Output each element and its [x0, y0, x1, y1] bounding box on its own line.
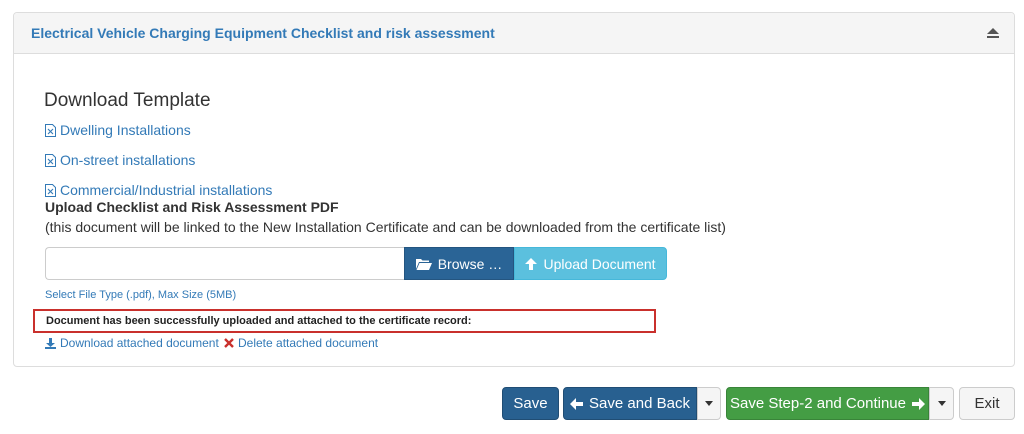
template-link-label: On-street installations — [60, 152, 196, 168]
folder-open-icon — [415, 258, 432, 270]
download-icon — [45, 337, 56, 349]
excel-file-icon — [45, 123, 56, 137]
caret-down-icon — [705, 401, 713, 406]
upload-success-message: Document has been successfully uploaded … — [33, 309, 656, 333]
collapse-eject-icon[interactable] — [986, 26, 1000, 40]
arrow-up-icon — [525, 257, 538, 270]
save-button[interactable]: Save — [502, 387, 559, 420]
template-link-on-street[interactable]: On-street installations — [45, 152, 195, 168]
arrow-left-icon — [570, 397, 584, 410]
delete-attached-link[interactable]: Delete attached document — [224, 336, 378, 350]
delete-attached-label: Delete attached document — [238, 336, 379, 350]
upload-label: Upload Document — [543, 255, 656, 272]
template-link-commercial[interactable]: Commercial/Industrial installations — [45, 182, 272, 198]
panel-title: Electrical Vehicle Charging Equipment Ch… — [31, 25, 495, 41]
excel-file-icon — [45, 183, 56, 197]
exit-button[interactable]: Exit — [959, 387, 1015, 420]
download-template-heading: Download Template — [44, 90, 211, 111]
save-step2-continue-label: Save Step-2 and Continue — [730, 395, 906, 412]
caret-down-icon — [937, 401, 946, 406]
close-icon — [224, 338, 234, 348]
upload-document-button[interactable]: Upload Document — [514, 247, 667, 280]
save-step2-continue-button[interactable]: Save Step-2 and Continue — [726, 387, 929, 420]
checklist-panel: Electrical Vehicle Charging Equipment Ch… — [13, 12, 1015, 367]
template-link-label: Dwelling Installations — [60, 122, 191, 138]
file-type-hint: Select File Type (.pdf), Max Size (5MB) — [45, 289, 237, 301]
template-link-label: Commercial/Industrial installations — [60, 182, 273, 198]
upload-title: Upload Checklist and Risk Assessment PDF — [45, 199, 339, 215]
template-link-dwelling[interactable]: Dwelling Installations — [45, 122, 191, 138]
browse-button[interactable]: Browse … — [404, 247, 514, 280]
arrow-right-icon — [911, 397, 925, 410]
excel-file-icon — [45, 153, 56, 167]
download-attached-label: Download attached document — [60, 336, 219, 350]
browse-label: Browse … — [437, 255, 503, 272]
save-and-back-label: Save and Back — [589, 395, 690, 412]
save-and-back-button[interactable]: Save and Back — [563, 387, 697, 420]
upload-description: (this document will be linked to the New… — [45, 219, 726, 235]
continue-dropdown-toggle[interactable] — [929, 387, 954, 420]
panel-heading: Electrical Vehicle Charging Equipment Ch… — [14, 13, 1014, 54]
download-attached-link[interactable]: Download attached document — [45, 336, 219, 350]
file-path-input[interactable] — [45, 247, 404, 280]
save-and-back-dropdown-toggle[interactable] — [697, 387, 721, 420]
